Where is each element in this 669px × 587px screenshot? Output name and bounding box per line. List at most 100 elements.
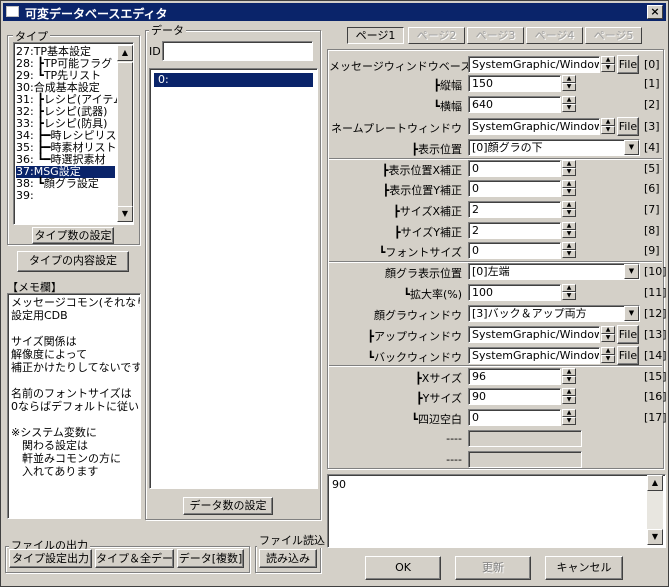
spin-down-icon[interactable]: ▼ <box>562 396 576 404</box>
file-path-input[interactable]: SystemGraphic/WindowBa: <box>468 118 600 135</box>
spin-up-icon[interactable]: ▲ <box>601 56 615 64</box>
type-list-item[interactable]: 39: <box>16 190 115 202</box>
file-browse-button[interactable]: File <box>617 346 639 365</box>
spin-control[interactable]: ▲ ▼ <box>601 326 615 343</box>
spin-control[interactable]: ▲ ▼ <box>562 75 576 92</box>
tab-page-1[interactable]: ページ1 <box>347 27 404 44</box>
spin-down-icon[interactable]: ▼ <box>601 126 615 134</box>
spin-up-icon[interactable]: ▲ <box>562 75 576 83</box>
spin-control[interactable]: ▲ ▼ <box>562 180 576 197</box>
file-path-input[interactable]: SystemGraphic/WindowBa: <box>468 56 600 73</box>
spin-up-icon[interactable]: ▲ <box>601 326 615 334</box>
scroll-up-icon[interactable]: ▲ <box>647 475 663 491</box>
file-browse-button[interactable]: File <box>617 55 639 74</box>
tab-page-3[interactable]: ページ3 <box>467 27 524 44</box>
spin-down-icon[interactable]: ▼ <box>562 83 576 91</box>
spin-up-icon[interactable]: ▲ <box>562 201 576 209</box>
chevron-down-icon[interactable]: ▼ <box>624 264 639 279</box>
chevron-down-icon[interactable]: ▼ <box>624 140 639 155</box>
number-input[interactable]: 0 <box>468 180 561 197</box>
close-button[interactable]: × <box>647 5 663 19</box>
id-input[interactable] <box>162 41 313 61</box>
spin-control[interactable]: ▲ ▼ <box>562 242 576 259</box>
scroll-down-icon[interactable]: ▼ <box>647 529 663 545</box>
spin-control[interactable]: ▲ ▼ <box>601 56 615 73</box>
spin-down-icon[interactable]: ▼ <box>562 104 576 112</box>
scroll-up-icon[interactable]: ▲ <box>117 45 133 61</box>
ok-button[interactable]: OK <box>365 556 441 580</box>
spin-control[interactable]: ▲ ▼ <box>562 160 576 177</box>
spin-up-icon[interactable]: ▲ <box>562 160 576 168</box>
type-list-scrollbar[interactable]: ▲ ▼ <box>117 45 133 222</box>
empty-input[interactable] <box>468 451 582 468</box>
number-input[interactable]: 0 <box>468 242 561 259</box>
spin-control[interactable]: ▲ ▼ <box>601 347 615 364</box>
spin-control[interactable]: ▲ ▼ <box>562 368 576 385</box>
memo-textarea[interactable]: メッセージコモン(それなり) 設定用CDB サイズ関係は 解像度によって 補正かけたり… <box>7 293 141 519</box>
data-multiple-button[interactable]: データ[複数] <box>177 549 244 568</box>
spin-down-icon[interactable]: ▼ <box>562 417 576 425</box>
number-input[interactable]: 2 <box>468 222 561 239</box>
file-browse-button[interactable]: File <box>617 117 639 136</box>
spin-control[interactable]: ▲ ▼ <box>562 96 576 113</box>
spin-up-icon[interactable]: ▲ <box>562 284 576 292</box>
number-input[interactable]: 100 <box>468 284 561 301</box>
scroll-thumb[interactable] <box>117 62 133 207</box>
spin-up-icon[interactable]: ▲ <box>601 347 615 355</box>
read-button[interactable]: 読み込み <box>259 549 317 568</box>
spin-down-icon[interactable]: ▼ <box>562 188 576 196</box>
scroll-down-icon[interactable]: ▼ <box>117 206 133 222</box>
number-input[interactable]: 0 <box>468 160 561 177</box>
number-input[interactable]: 640 <box>468 96 561 113</box>
spin-control[interactable]: ▲ ▼ <box>562 409 576 426</box>
number-input[interactable]: 2 <box>468 201 561 218</box>
dropdown-select[interactable]: [0]左端 <box>468 263 640 280</box>
spin-down-icon[interactable]: ▼ <box>562 376 576 384</box>
number-input[interactable]: 90 <box>468 388 561 405</box>
spin-up-icon[interactable]: ▲ <box>562 222 576 230</box>
file-path-input[interactable]: SystemGraphic/WindowBa: <box>468 347 600 364</box>
spin-up-icon[interactable]: ▲ <box>562 96 576 104</box>
number-input[interactable]: 96 <box>468 368 561 385</box>
file-browse-button[interactable]: File <box>617 325 639 344</box>
number-input[interactable]: 150 <box>468 75 561 92</box>
spin-up-icon[interactable]: ▲ <box>562 388 576 396</box>
spin-down-icon[interactable]: ▼ <box>562 168 576 176</box>
spin-control[interactable]: ▲ ▼ <box>562 388 576 405</box>
spin-control[interactable]: ▲ ▼ <box>601 118 615 135</box>
type-content-button[interactable]: タイプの内容設定 <box>17 251 129 272</box>
spin-down-icon[interactable]: ▼ <box>601 355 615 363</box>
spin-down-icon[interactable]: ▼ <box>562 250 576 258</box>
data-count-button[interactable]: データ数の設定 <box>183 497 273 515</box>
tab-page-4[interactable]: ページ4 <box>526 27 583 44</box>
data-list-item[interactable]: 0: <box>154 73 313 87</box>
file-path-input[interactable]: SystemGraphic/WindowBa: <box>468 326 600 343</box>
tab-page-5[interactable]: ページ5 <box>585 27 642 44</box>
spin-up-icon[interactable]: ▲ <box>562 242 576 250</box>
update-button[interactable]: 更新 <box>455 556 531 580</box>
type-all-data-button[interactable]: タイプ＆全データ <box>95 549 174 568</box>
spin-down-icon[interactable]: ▼ <box>601 64 615 72</box>
empty-input[interactable] <box>468 430 582 447</box>
dropdown-select[interactable]: [3]バック＆アップ両方 <box>468 305 640 322</box>
spin-up-icon[interactable]: ▲ <box>562 409 576 417</box>
type-output-button[interactable]: タイプ設定出力 <box>9 549 92 568</box>
spin-control[interactable]: ▲ ▼ <box>562 222 576 239</box>
type-list[interactable]: 27:TP基本設定 28: ┣TP可能フラグ 29: ┗TP先リスト 30:合成基本設… <box>13 42 134 225</box>
spin-up-icon[interactable]: ▲ <box>562 180 576 188</box>
type-count-button[interactable]: タイプ数の設定 <box>32 227 114 244</box>
spin-down-icon[interactable]: ▼ <box>562 230 576 238</box>
chevron-down-icon[interactable]: ▼ <box>624 306 639 321</box>
cancel-button[interactable]: キャンセル <box>545 556 623 580</box>
spin-up-icon[interactable]: ▲ <box>601 118 615 126</box>
spin-control[interactable]: ▲ ▼ <box>562 201 576 218</box>
spin-down-icon[interactable]: ▼ <box>601 334 615 342</box>
note-textarea[interactable]: 90 ▲ ▼ <box>327 474 666 548</box>
tab-page-2[interactable]: ページ2 <box>408 27 465 44</box>
spin-down-icon[interactable]: ▼ <box>562 292 576 300</box>
note-scrollbar[interactable]: ▲ ▼ <box>647 475 663 545</box>
spin-control[interactable]: ▲ ▼ <box>562 284 576 301</box>
number-input[interactable]: 0 <box>468 409 561 426</box>
data-list[interactable]: 0: <box>149 68 318 489</box>
dropdown-select[interactable]: [0]顔グラの下 <box>468 139 640 156</box>
